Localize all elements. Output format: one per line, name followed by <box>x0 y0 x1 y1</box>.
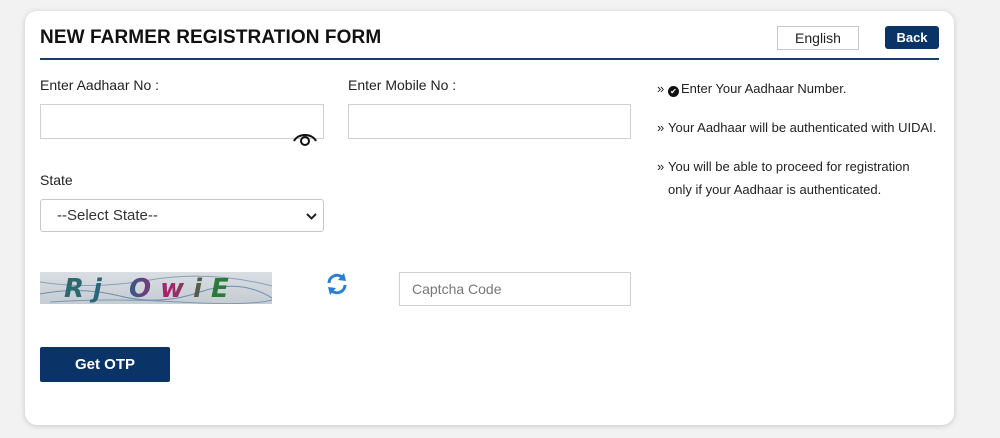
eye-icon[interactable] <box>292 129 318 149</box>
registration-card: NEW FARMER REGISTRATION FORM English Bac… <box>25 11 954 425</box>
page-title: NEW FARMER REGISTRATION FORM <box>40 27 382 48</box>
instruction-item: » You will be able to proceed for regist… <box>657 155 937 201</box>
instructions-list: » ✔ Enter Your Aadhaar Number. » Your Aad… <box>657 77 937 217</box>
get-otp-button[interactable]: Get OTP <box>40 347 170 382</box>
double-chevron-icon: » <box>657 81 665 96</box>
instruction-item: » Your Aadhaar will be authenticated wit… <box>657 116 937 139</box>
double-chevron-icon: » <box>657 120 665 135</box>
aadhaar-input[interactable] <box>40 104 324 139</box>
chevron-down-icon <box>306 213 317 220</box>
state-selected: --Select State-- <box>57 207 158 224</box>
title-divider <box>40 58 939 60</box>
double-chevron-icon: » <box>657 159 665 174</box>
captcha-image: Rj OwiE <box>40 272 272 304</box>
mobile-input[interactable] <box>348 104 631 139</box>
state-select[interactable]: --Select State-- <box>40 199 324 232</box>
captcha-input[interactable]: Captcha Code <box>399 272 631 306</box>
refresh-icon[interactable] <box>325 272 349 296</box>
captcha-text: Rj OwiE <box>64 274 238 304</box>
state-label: State <box>40 172 73 188</box>
aadhaar-label: Enter Aadhaar No : <box>40 77 160 93</box>
language-select[interactable]: English <box>777 26 859 50</box>
check-circle-icon: ✔ <box>668 86 679 97</box>
back-button[interactable]: Back <box>885 26 939 49</box>
instruction-item: » ✔ Enter Your Aadhaar Number. <box>657 77 937 100</box>
mobile-label: Enter Mobile No : <box>348 77 457 93</box>
